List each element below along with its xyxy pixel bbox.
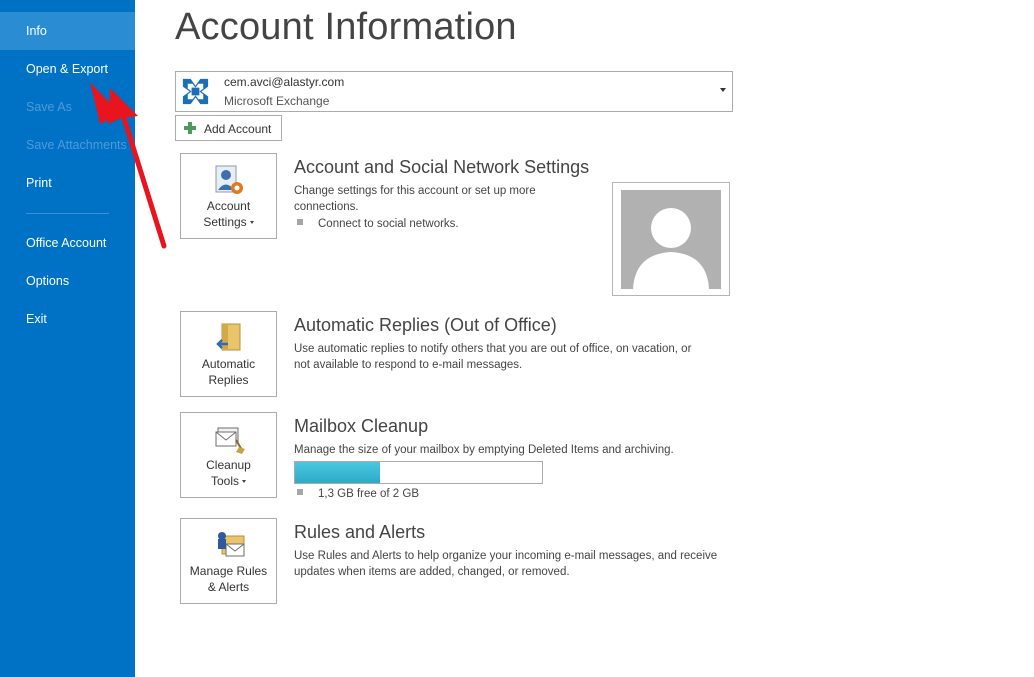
section-desc-account-settings: Change settings for this account or set … bbox=[294, 185, 536, 213]
manage-rules-tile-label: Manage Rules & Alerts bbox=[181, 563, 276, 595]
account-email: cem.avci@alastyr.com bbox=[224, 75, 345, 89]
add-account-button[interactable]: Add Account bbox=[175, 115, 282, 141]
bullet-icon bbox=[297, 488, 303, 495]
desc-line: Use Rules and Alerts to help organize yo… bbox=[294, 550, 718, 562]
mailbox-free-space: 1,3 GB free of 2 GB bbox=[297, 488, 419, 500]
profile-picture[interactable] bbox=[612, 182, 730, 296]
section-desc-rules-alerts: Use Rules and Alerts to help organize yo… bbox=[294, 548, 717, 580]
bullet-social-networks[interactable]: Connect to social networks. bbox=[297, 218, 459, 230]
profile-placeholder-icon bbox=[621, 190, 721, 289]
plus-icon bbox=[184, 122, 196, 134]
mailbox-usage-bar bbox=[294, 461, 543, 484]
chevron-down-icon[interactable] bbox=[720, 88, 726, 92]
desc-line: updates when items are added, changed, o… bbox=[294, 566, 570, 578]
account-selector[interactable]: cem.avci@alastyr.com Microsoft Exchange bbox=[175, 71, 733, 112]
nav-save-attachments: Save Attachments bbox=[26, 138, 127, 152]
exchange-logo-icon bbox=[180, 76, 211, 107]
manage-rules-alerts-button[interactable]: Manage Rules & Alerts bbox=[180, 518, 277, 604]
nav-save-as: Save As bbox=[26, 100, 72, 114]
bullet-icon bbox=[297, 218, 303, 225]
automatic-replies-tile-label: Automatic Replies bbox=[181, 356, 276, 388]
cleanup-tools-button[interactable]: Cleanup Tools bbox=[180, 412, 277, 498]
nav-print[interactable]: Print bbox=[0, 164, 135, 202]
account-settings-tile-label: Account Settings bbox=[181, 198, 276, 230]
manage-rules-icon bbox=[218, 532, 245, 557]
nav-exit[interactable]: Exit bbox=[0, 300, 135, 338]
free-space-label: 1,3 GB free of 2 GB bbox=[318, 488, 419, 500]
caret-down-icon bbox=[242, 480, 246, 484]
desc-line: Use automatic replies to notify others t… bbox=[294, 343, 692, 355]
automatic-replies-button[interactable]: Automatic Replies bbox=[180, 311, 277, 397]
section-title-rules-alerts: Rules and Alerts bbox=[294, 522, 426, 542]
automatic-replies-icon bbox=[216, 323, 241, 351]
cleanup-tools-icon bbox=[215, 427, 245, 454]
tile-line: Replies bbox=[208, 373, 249, 387]
tile-line: Cleanup bbox=[206, 458, 251, 472]
tile-line: Automatic bbox=[201, 357, 256, 371]
caret-down-icon bbox=[249, 221, 254, 225]
nav-info[interactable]: Info bbox=[0, 12, 135, 50]
page-title: Account Information bbox=[175, 6, 517, 48]
section-desc-automatic-replies: Use automatic replies to notify others t… bbox=[294, 341, 691, 373]
section-title-automatic-replies: Automatic Replies (Out of Office) bbox=[294, 315, 557, 335]
account-settings-icon bbox=[215, 165, 243, 194]
section-desc-mailbox-cleanup: Manage the size of your mailbox by empty… bbox=[294, 444, 674, 456]
nav-office-account[interactable]: Office Account bbox=[0, 224, 135, 262]
section-title-mailbox-cleanup: Mailbox Cleanup bbox=[294, 416, 429, 436]
nav-options[interactable]: Options bbox=[0, 262, 135, 300]
desc-line: not available to respond to e-mail messa… bbox=[294, 359, 523, 371]
tile-line: & Alerts bbox=[207, 580, 250, 594]
backstage-sidebar: Info Open & Export Save As Save Attachme… bbox=[0, 0, 135, 677]
tile-line: Tools bbox=[210, 474, 239, 488]
cleanup-tools-tile-label: Cleanup Tools bbox=[181, 457, 276, 489]
bullet-label: Connect to social networks. bbox=[318, 218, 459, 230]
tile-line: Manage Rules bbox=[189, 564, 268, 578]
nav-divider bbox=[26, 213, 109, 214]
mailbox-usage-fill bbox=[295, 462, 381, 483]
section-title-account-settings: Account and Social Network Settings bbox=[294, 157, 590, 177]
account-type: Microsoft Exchange bbox=[224, 94, 330, 108]
nav-open-export[interactable]: Open & Export bbox=[0, 50, 135, 88]
account-settings-button[interactable]: Account Settings bbox=[180, 153, 277, 239]
tile-line: Account bbox=[206, 199, 251, 213]
tile-line: Settings bbox=[203, 215, 247, 229]
add-account-label: Add Account bbox=[204, 122, 272, 136]
